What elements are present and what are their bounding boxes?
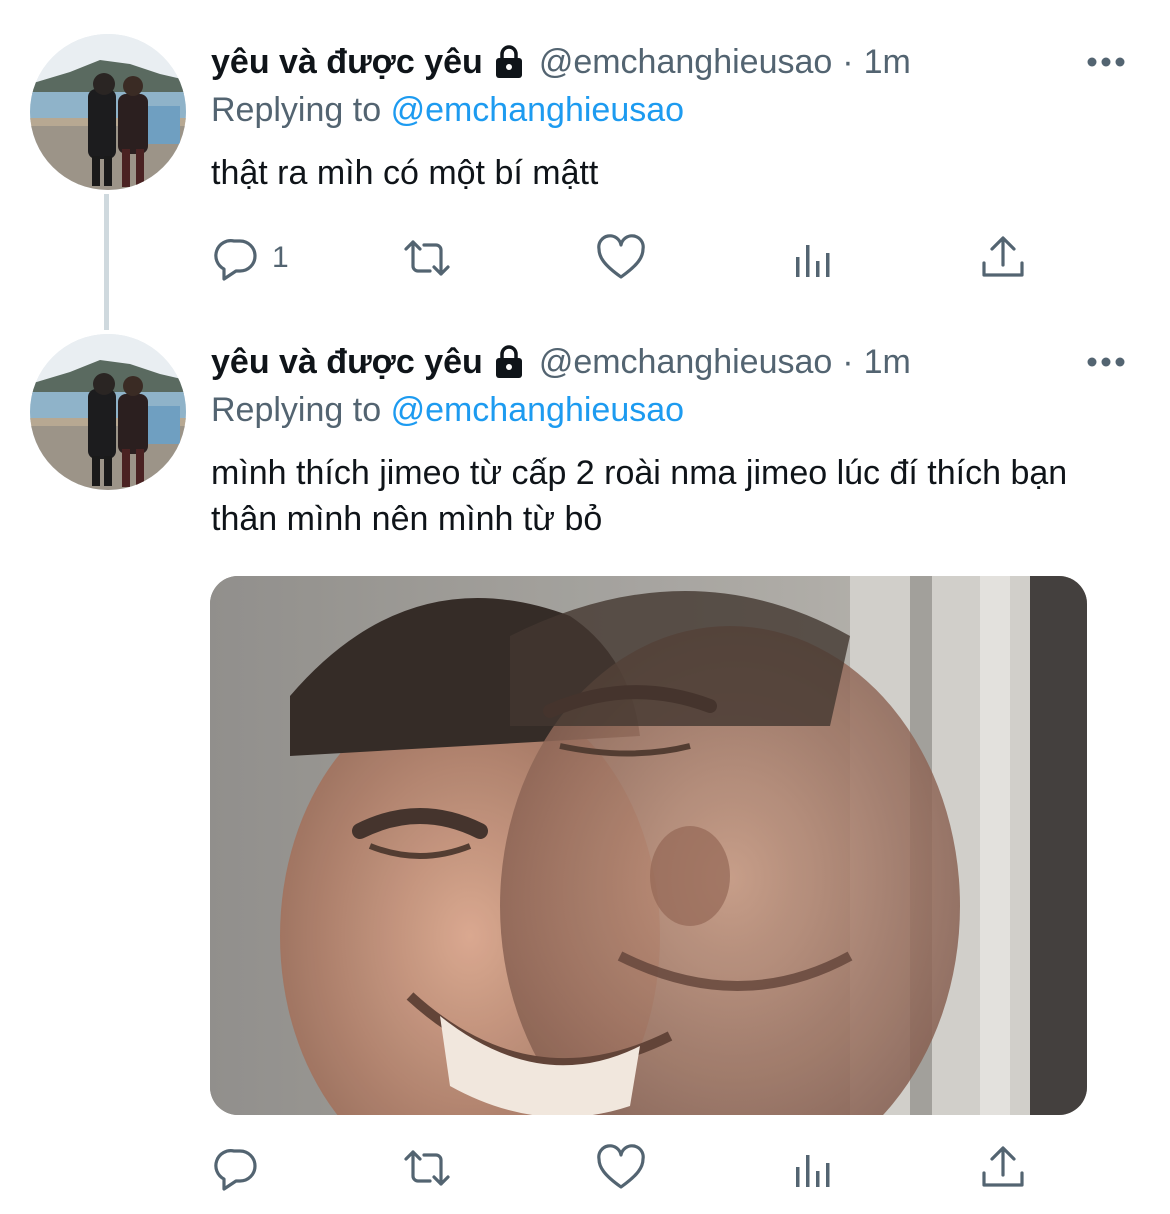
avatar[interactable] xyxy=(30,34,186,190)
share-button[interactable] xyxy=(978,228,1028,288)
share-button[interactable] xyxy=(978,1138,1028,1198)
share-icon xyxy=(982,236,1024,277)
share-icon xyxy=(982,1146,1024,1187)
display-name[interactable]: yêu và được yêu xyxy=(211,40,483,84)
avatar-photo xyxy=(30,334,186,490)
reply-count: 1 xyxy=(272,241,289,274)
reply-icon xyxy=(214,1149,257,1191)
handle[interactable]: @emchanghieusao xyxy=(539,340,832,384)
tweet-text: mình thích jimeo từ cấp 2 roài nma jimeo… xyxy=(211,454,1068,538)
tweet-actions xyxy=(0,1138,1170,1198)
like-button[interactable] xyxy=(596,1138,646,1198)
reply-icon xyxy=(214,239,257,281)
tweet[interactable]: yêu và được yêu @emchanghieusao · 1m Rep… xyxy=(0,330,1170,1214)
analytics-button[interactable] xyxy=(788,1138,838,1198)
tweet-media-image[interactable] xyxy=(210,576,1087,1115)
crying-face-photo xyxy=(210,576,1087,1115)
reply-button[interactable] xyxy=(212,1138,272,1198)
analytics-icon xyxy=(796,1155,830,1187)
replying-to-link[interactable]: @emchanghieusao xyxy=(391,91,684,129)
replying-to: Replying to @emchanghieusao xyxy=(211,88,684,132)
tweet-header: yêu và được yêu @emchanghieusao · 1m xyxy=(211,40,911,84)
separator-dot: · xyxy=(842,43,854,81)
reply-button[interactable]: 1 xyxy=(212,228,289,288)
timestamp[interactable]: 1m xyxy=(864,40,911,84)
tweet[interactable]: yêu và được yêu @emchanghieusao · 1m Rep… xyxy=(0,0,1170,330)
analytics-icon xyxy=(796,245,830,277)
tweet-header: yêu và được yêu @emchanghieusao · 1m xyxy=(211,340,911,384)
heart-icon xyxy=(597,1144,645,1189)
avatar[interactable] xyxy=(30,334,186,490)
replying-to-label: Replying to xyxy=(211,91,382,129)
display-name[interactable]: yêu và được yêu xyxy=(211,340,483,384)
lock-icon xyxy=(493,344,525,380)
tweet-actions: 1 xyxy=(0,228,1170,288)
timestamp[interactable]: 1m xyxy=(864,340,911,384)
handle[interactable]: @emchanghieusao xyxy=(539,40,832,84)
retweet-button[interactable] xyxy=(402,228,452,288)
tweet-text: thật ra mìh có một bí mậtt xyxy=(211,154,599,192)
replying-to-label: Replying to xyxy=(211,391,382,429)
separator-dot: · xyxy=(842,343,854,381)
more-icon[interactable] xyxy=(1086,356,1126,368)
lock-icon xyxy=(493,44,525,80)
retweet-button[interactable] xyxy=(402,1138,452,1198)
retweet-icon xyxy=(404,1150,450,1186)
retweet-icon xyxy=(404,240,450,276)
heart-icon xyxy=(597,234,645,279)
replying-to: Replying to @emchanghieusao xyxy=(211,388,684,432)
more-icon[interactable] xyxy=(1086,56,1126,68)
replying-to-link[interactable]: @emchanghieusao xyxy=(391,391,684,429)
analytics-button[interactable] xyxy=(788,228,838,288)
like-button[interactable] xyxy=(596,228,646,288)
avatar-photo xyxy=(30,34,186,190)
